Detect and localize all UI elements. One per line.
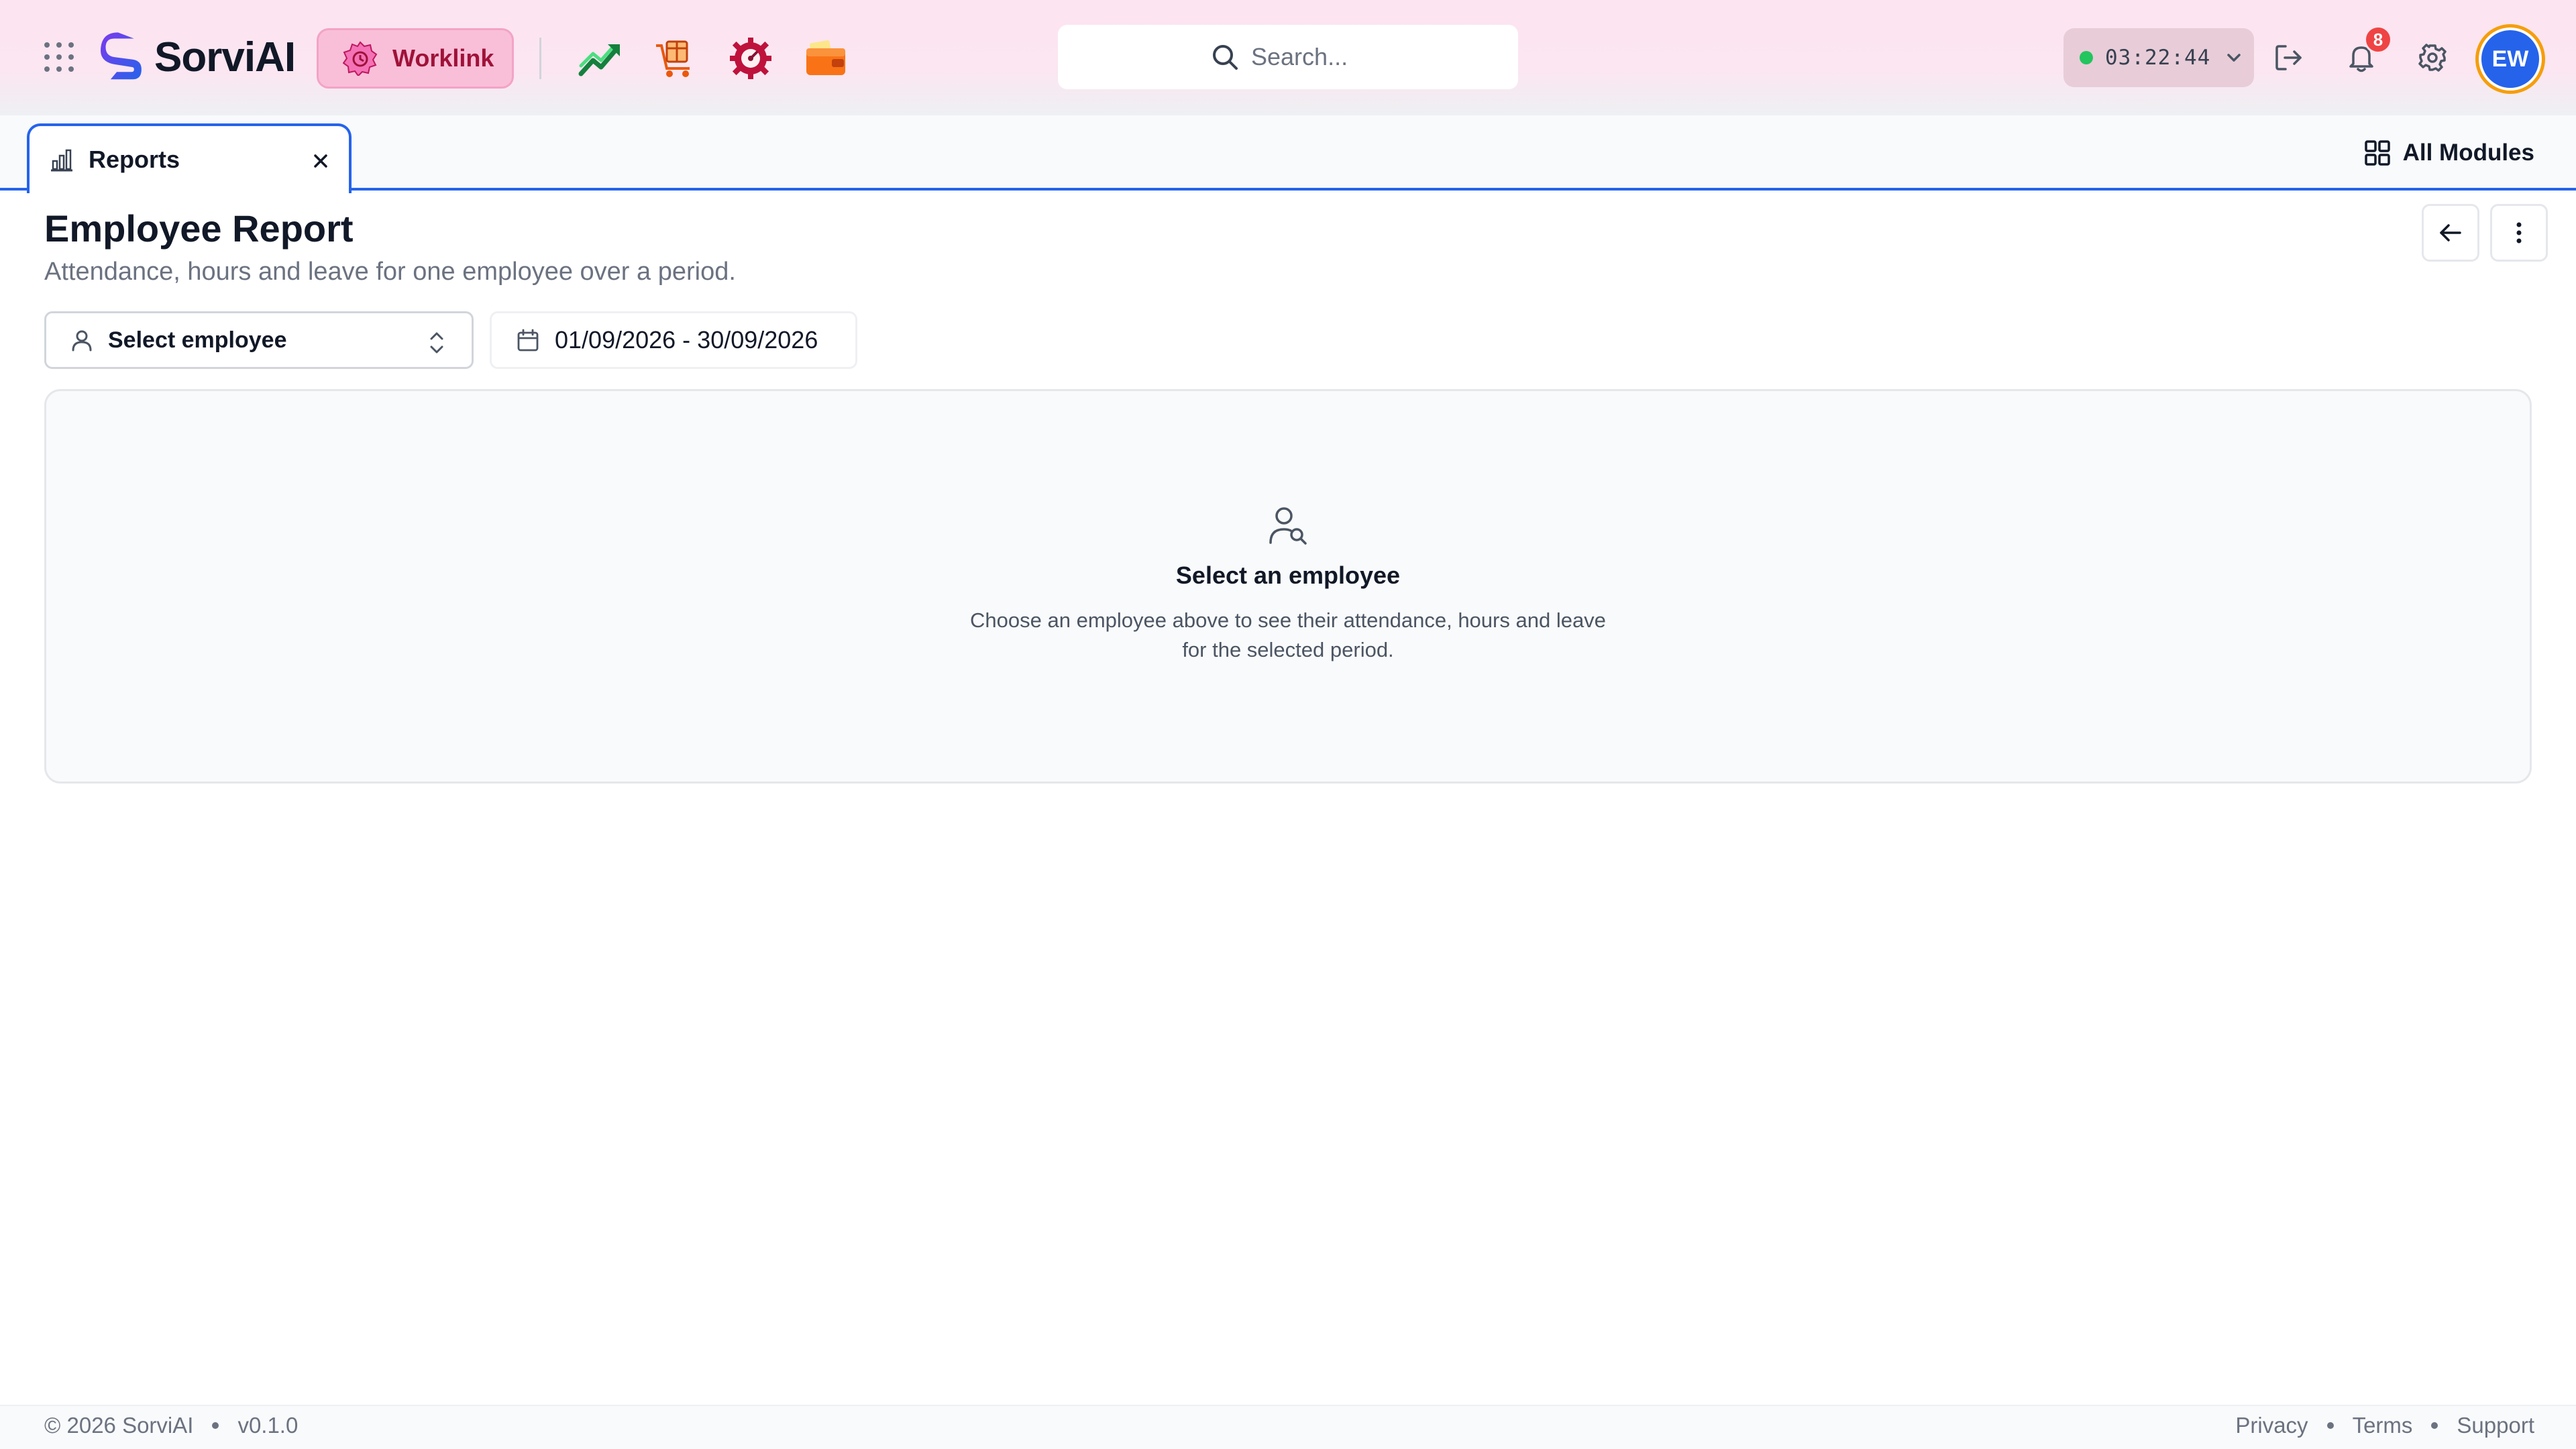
worklink-app-button[interactable]: Worklink (317, 28, 514, 89)
footer-info: © 2026 SorviAI v0.1.0 (44, 1413, 298, 1438)
time-tracker-dropdown[interactable]: 03:22:44 (2063, 28, 2254, 87)
settings-button[interactable] (2414, 39, 2451, 76)
calendar-icon (517, 329, 539, 352)
sorviai-logo-icon (101, 32, 142, 80)
status-dot (2080, 51, 2093, 64)
employee-select-value: Select employee (108, 327, 287, 353)
more-vertical-icon (2516, 222, 2522, 244)
footer-links: Privacy Terms Support (2235, 1413, 2534, 1438)
trend-chart-icon[interactable] (578, 36, 623, 80)
footer: © 2026 SorviAI v0.1.0 Privacy Terms Supp… (0, 1405, 2576, 1449)
all-modules-button[interactable]: All Modules (2364, 134, 2534, 172)
worklink-badge-icon (343, 41, 378, 76)
search-input[interactable] (1251, 43, 1365, 71)
more-options-button[interactable] (2490, 204, 2548, 262)
privacy-link[interactable]: Privacy (2235, 1413, 2308, 1438)
logout-button[interactable] (2270, 39, 2308, 76)
box-cart-icon[interactable] (653, 36, 698, 80)
copyright: © 2026 SorviAI (44, 1413, 194, 1438)
divider (539, 38, 541, 79)
gear-gauge-icon[interactable] (729, 36, 773, 80)
logout-icon (2275, 45, 2302, 70)
timer-value: 03:22:44 (2105, 46, 2211, 70)
user-search-icon (1269, 507, 1307, 545)
chevrons-up-down-icon (430, 332, 443, 354)
tab-reports[interactable]: Reports (27, 123, 352, 193)
search-box[interactable] (1058, 25, 1518, 89)
top-bar: SorviAI Worklink Search... 03:22:44 8 EW (0, 0, 2576, 115)
empty-state-description: Choose an employee above to see their at… (970, 608, 1606, 661)
separator-dot (2326, 1422, 2334, 1429)
worklink-label: Worklink (392, 44, 494, 72)
user-avatar-button[interactable]: EW (2475, 24, 2545, 94)
separator-dot (212, 1422, 219, 1429)
all-modules-label: All Modules (2402, 140, 2534, 166)
terms-link[interactable]: Terms (2353, 1413, 2413, 1438)
page-title: Employee Report (44, 207, 354, 250)
tab-label: Reports (89, 146, 180, 173)
grid-icon (2364, 140, 2390, 166)
app-grid-icon[interactable] (44, 42, 74, 72)
bar-chart-icon (51, 149, 72, 172)
empty-state: Select an employee Choose an employee ab… (46, 504, 2530, 665)
notification-badge: 8 (2364, 25, 2392, 54)
date-range-picker[interactable]: 01/09/2026 - 30/09/2026 (490, 311, 857, 369)
version: v0.1.0 (237, 1413, 299, 1438)
user-icon (72, 330, 92, 352)
separator-dot (2431, 1422, 2438, 1429)
tab-strip: Reports All Modules (0, 115, 2576, 193)
employee-select[interactable]: Select employee (44, 311, 474, 369)
empty-state-card: Select an employee Choose an employee ab… (44, 389, 2532, 784)
empty-state-title: Select an employee (1175, 561, 1401, 589)
back-button[interactable] (2422, 204, 2479, 262)
wallet-icon[interactable] (804, 36, 848, 80)
date-range-value: 01/09/2026 - 30/09/2026 (555, 326, 818, 354)
brand-logo[interactable]: SorviAI (99, 30, 296, 85)
brand-name: SorviAI (154, 34, 296, 80)
gear-icon (2418, 44, 2447, 72)
close-icon[interactable] (311, 152, 330, 170)
search-icon (1213, 45, 1238, 70)
avatar: EW (2479, 28, 2542, 91)
support-link[interactable]: Support (2457, 1413, 2534, 1438)
arrow-left-icon (2440, 224, 2461, 241)
page-subtitle: Attendance, hours and leave for one empl… (44, 258, 736, 286)
chevron-down-icon (2227, 54, 2241, 62)
